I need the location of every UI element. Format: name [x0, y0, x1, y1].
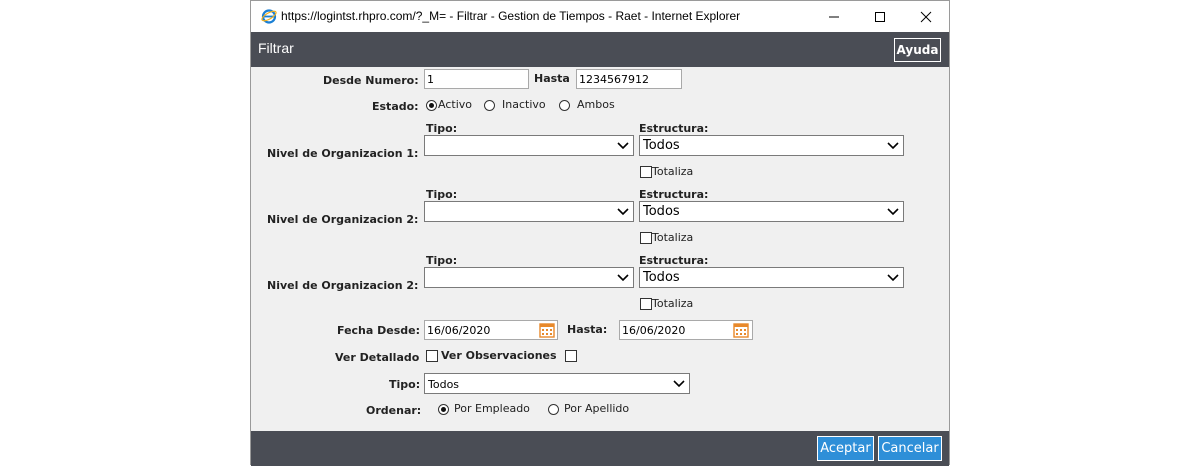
chevron-down-icon	[617, 142, 629, 150]
dialog-header: Filtrar Ayuda	[251, 32, 949, 67]
cancel-button[interactable]: Cancelar	[878, 436, 942, 461]
tipo-value: Todos	[428, 378, 460, 391]
ver-detallado-checkbox[interactable]	[426, 350, 438, 362]
calendar-icon[interactable]	[733, 322, 749, 338]
nivel2-estructura-select[interactable]: Todos	[639, 201, 904, 222]
tipo-label: Tipo:	[389, 378, 421, 391]
ordenar-apellido-radio[interactable]	[548, 404, 559, 415]
help-button[interactable]: Ayuda	[894, 38, 941, 62]
fecha-desde-label: Fecha Desde:	[337, 324, 421, 337]
nivel3-tipo-label: Tipo:	[426, 254, 458, 267]
dialog-window: https://logintst.rhpro.com/?_M= - Filtra…	[250, 0, 950, 466]
nivel3-totaliza-label: Totaliza	[652, 297, 694, 310]
ver-detallado-label: Ver Detallado	[335, 351, 420, 364]
minimize-icon	[829, 16, 839, 17]
maximize-button[interactable]	[857, 1, 903, 32]
nivel2-totaliza-label: Totaliza	[652, 231, 694, 244]
hasta-numero-label: Hasta	[534, 72, 570, 85]
nivel2-tipo-label: Tipo:	[426, 188, 458, 201]
nivel3-totaliza-checkbox[interactable]	[640, 298, 652, 310]
nivel1-label: Nivel de Organizacion 1:	[267, 147, 419, 160]
hasta-numero-input[interactable]: 1234567912	[576, 69, 682, 89]
estado-ambos-label: Ambos	[577, 98, 615, 111]
ver-observaciones-label: Ver Observaciones	[441, 349, 557, 362]
estado-activo-radio[interactable]	[426, 100, 437, 111]
nivel2-estructura-value: Todos	[643, 204, 680, 219]
calendar-icon[interactable]	[539, 322, 555, 338]
nivel1-estructura-select[interactable]: Todos	[639, 135, 904, 156]
fecha-hasta-label: Hasta:	[567, 323, 608, 336]
nivel2-estructura-label: Estructura:	[639, 188, 709, 201]
estado-inactivo-label: Inactivo	[502, 98, 546, 111]
dialog-title: Filtrar	[258, 40, 294, 56]
chevron-down-icon	[673, 380, 685, 388]
desde-numero-label: Desde Numero:	[323, 74, 419, 87]
nivel3-tipo-select[interactable]	[424, 267, 634, 288]
chevron-down-icon	[887, 274, 899, 282]
nivel1-tipo-label: Tipo:	[426, 122, 458, 135]
nivel2-label: Nivel de Organizacion 2:	[267, 213, 419, 226]
desde-numero-input[interactable]: 1	[424, 69, 529, 89]
maximize-icon	[875, 11, 885, 22]
title-bar: https://logintst.rhpro.com/?_M= - Filtra…	[251, 1, 949, 32]
estado-label: Estado:	[372, 100, 419, 113]
close-button[interactable]	[903, 1, 949, 32]
window-title: https://logintst.rhpro.com/?_M= - Filtra…	[281, 9, 741, 23]
estado-inactivo-radio[interactable]	[484, 100, 495, 111]
internet-explorer-icon	[261, 9, 277, 24]
nivel2-tipo-select[interactable]	[424, 201, 634, 222]
close-icon	[920, 11, 932, 22]
tipo-select[interactable]: Todos	[424, 373, 690, 394]
ver-observaciones-checkbox[interactable]	[565, 350, 577, 362]
chevron-down-icon	[887, 208, 899, 216]
minimize-button[interactable]	[811, 1, 857, 32]
nivel3-estructura-value: Todos	[643, 270, 680, 285]
estado-activo-label: Activo	[438, 98, 472, 111]
dialog-footer: Aceptar Cancelar	[251, 431, 949, 466]
nivel1-tipo-select[interactable]	[424, 135, 634, 156]
estado-ambos-radio[interactable]	[559, 100, 570, 111]
ordenar-apellido-label: Por Apellido	[564, 402, 630, 415]
chevron-down-icon	[617, 274, 629, 282]
nivel3-estructura-label: Estructura:	[639, 254, 709, 267]
nivel3-estructura-select[interactable]: Todos	[639, 267, 904, 288]
fecha-desde-input[interactable]: 16/06/2020	[424, 320, 558, 340]
chevron-down-icon	[887, 142, 899, 150]
nivel1-totaliza-checkbox[interactable]	[640, 166, 652, 178]
ordenar-empleado-label: Por Empleado	[454, 402, 530, 415]
ordenar-label: Ordenar:	[366, 404, 422, 417]
nivel1-totaliza-label: Totaliza	[652, 165, 694, 178]
ordenar-empleado-radio[interactable]	[438, 404, 449, 415]
chevron-down-icon	[617, 208, 629, 216]
nivel1-estructura-value: Todos	[643, 138, 680, 153]
nivel3-label: Nivel de Organizacion 2:	[267, 279, 419, 292]
nivel2-totaliza-checkbox[interactable]	[640, 232, 652, 244]
nivel1-estructura-label: Estructura:	[639, 122, 709, 135]
accept-button[interactable]: Aceptar	[817, 436, 874, 461]
